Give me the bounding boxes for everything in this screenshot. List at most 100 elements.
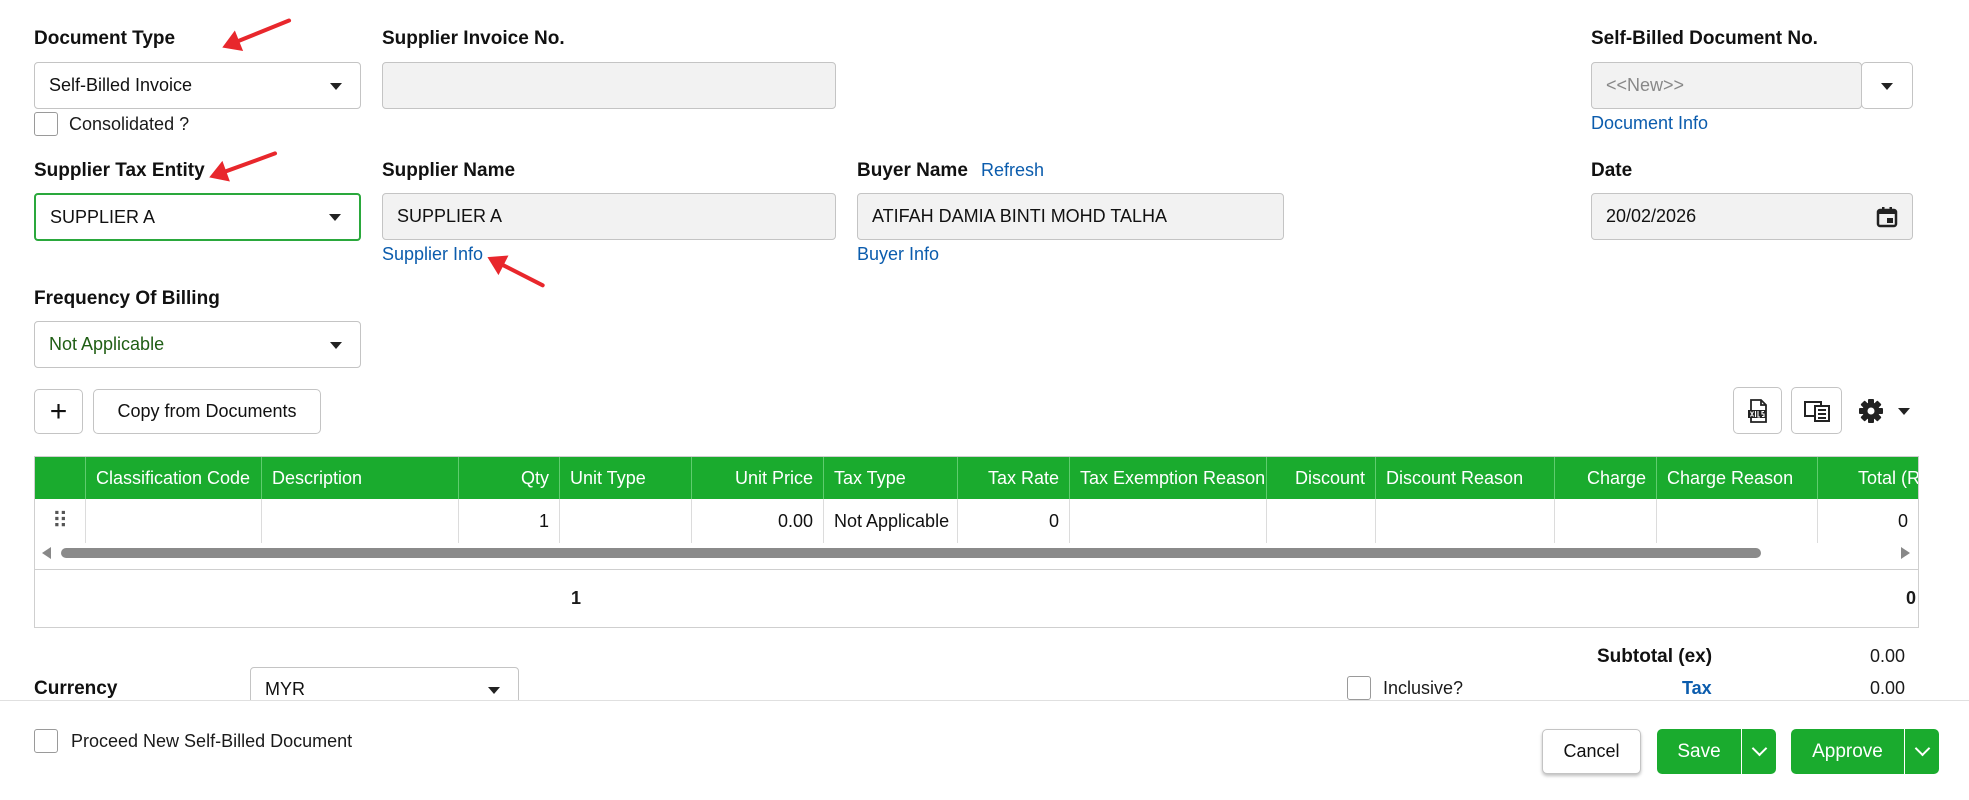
date-input[interactable]: 20/02/2026	[1591, 193, 1913, 240]
approve-options-button[interactable]	[1905, 729, 1939, 774]
subtotal-value: 0.00	[1869, 646, 1905, 666]
plus-icon: +	[49, 394, 68, 428]
cell-tax-rate[interactable]: 0	[958, 499, 1070, 543]
frequency-of-billing-select[interactable]: Not Applicable	[34, 321, 361, 368]
frequency-of-billing-label: Frequency Of Billing	[34, 288, 220, 309]
column-header[interactable]: Classification Code	[86, 457, 262, 499]
column-header[interactable]: Discount Reason	[1376, 457, 1555, 499]
supplier-tax-entity-select[interactable]: SUPPLIER A	[34, 193, 361, 241]
annotation-arrow-supplier-tax-entity	[212, 150, 278, 178]
scroll-right-icon[interactable]	[1901, 547, 1910, 559]
chevron-down-icon	[1751, 740, 1767, 757]
column-header[interactable]: Qty	[459, 457, 560, 499]
subtotal-label: Subtotal (ex)	[1597, 646, 1713, 667]
buyer-info-link[interactable]: Buyer Info	[857, 244, 939, 265]
buyer-name-label: Buyer Name	[857, 160, 968, 181]
supplier-name-value: SUPPLIER A	[397, 206, 503, 226]
column-header[interactable]: Discount	[1267, 457, 1376, 499]
cell-charge[interactable]	[1555, 499, 1657, 543]
column-header[interactable]: Charge Reason	[1657, 457, 1818, 499]
annotation-arrow-document-type	[225, 17, 292, 48]
document-type-value: Self-Billed Invoice	[49, 75, 193, 95]
date-label: Date	[1591, 160, 1633, 181]
cell-qty[interactable]: 1	[459, 499, 560, 543]
cell-unit-type[interactable]	[560, 499, 692, 543]
column-header[interactable]: Total (R	[1818, 457, 1918, 499]
consolidated-checkbox[interactable]	[34, 112, 58, 136]
supplier-name-label: Supplier Name	[382, 160, 516, 181]
column-header[interactable]: Unit Type	[560, 457, 692, 499]
excel-export-icon	[1747, 398, 1767, 423]
save-button[interactable]: Save	[1657, 729, 1741, 774]
buyer-name-value: ATIFAH DAMIA BINTI MOHD TALHA	[872, 206, 1168, 226]
qty-total: 1	[570, 588, 581, 608]
self-billed-doc-no-label: Self-Billed Document No.	[1591, 28, 1818, 49]
proceed-new-label: Proceed New Self-Billed Document	[71, 731, 353, 751]
supplier-info-link[interactable]: Supplier Info	[382, 244, 483, 265]
cell-total[interactable]: 0	[1818, 499, 1918, 543]
supplier-invoice-no-label: Supplier Invoice No.	[382, 28, 565, 49]
copy-from-documents-button[interactable]: Copy from Documents	[93, 389, 321, 434]
caret-down-icon	[1898, 408, 1910, 415]
horizontal-scrollbar[interactable]	[35, 543, 1918, 563]
cell-description[interactable]	[262, 499, 459, 543]
column-layout-button[interactable]	[1791, 387, 1842, 434]
supplier-tax-entity-label: Supplier Tax Entity	[34, 160, 205, 181]
copy-from-documents-label: Copy from Documents	[117, 401, 297, 421]
line-items-grid: Classification Code Description Qty Unit…	[34, 456, 1919, 628]
drag-handle-icon[interactable]: ⠿	[35, 499, 86, 543]
cell-discount[interactable]	[1267, 499, 1376, 543]
column-layout-icon	[1803, 400, 1830, 422]
currency-label: Currency	[34, 678, 118, 699]
grand-total: 0	[1905, 588, 1916, 608]
scroll-left-icon[interactable]	[42, 547, 51, 559]
grid-header-handle	[35, 457, 86, 499]
column-header[interactable]: Charge	[1555, 457, 1657, 499]
cell-tax-type[interactable]: Not Applicable	[824, 499, 958, 543]
tax-link[interactable]: Tax	[1682, 678, 1712, 699]
document-info-link[interactable]: Document Info	[1591, 113, 1708, 134]
column-header[interactable]: Unit Price	[692, 457, 824, 499]
self-billed-doc-no-dropdown-button[interactable]	[1861, 62, 1913, 109]
gear-icon	[1859, 399, 1883, 423]
add-row-button[interactable]: +	[34, 389, 83, 434]
supplier-invoice-no-input[interactable]	[382, 62, 836, 109]
document-type-label: Document Type	[34, 28, 176, 49]
frequency-of-billing-value: Not Applicable	[49, 334, 165, 354]
cell-classification-code[interactable]	[86, 499, 262, 543]
scrollbar-thumb[interactable]	[61, 548, 1761, 558]
supplier-name-input[interactable]: SUPPLIER A	[382, 193, 836, 240]
currency-value: MYR	[265, 679, 305, 699]
column-header[interactable]: Tax Type	[824, 457, 958, 499]
cell-tax-exemption-reason[interactable]	[1070, 499, 1267, 543]
supplier-tax-entity-value: SUPPLIER A	[50, 206, 156, 227]
buyer-refresh-link[interactable]: Refresh	[981, 160, 1044, 181]
action-footer: Proceed New Self-Billed Document Cancel …	[0, 700, 1969, 800]
inclusive-checkbox[interactable]	[1347, 676, 1371, 700]
buyer-name-input[interactable]: ATIFAH DAMIA BINTI MOHD TALHA	[857, 193, 1284, 240]
self-billed-doc-no-input[interactable]: <<New>>	[1591, 62, 1862, 109]
save-options-button[interactable]	[1742, 729, 1776, 774]
column-header[interactable]: Description	[262, 457, 459, 499]
settings-menu-button[interactable]	[1856, 396, 1910, 426]
annotation-arrow-supplier-info	[490, 257, 546, 289]
cell-discount-reason[interactable]	[1376, 499, 1555, 543]
approve-button[interactable]: Approve	[1791, 729, 1904, 774]
grid-footer: 1 0	[35, 569, 1918, 627]
cell-charge-reason[interactable]	[1657, 499, 1818, 543]
cell-unit-price[interactable]: 0.00	[692, 499, 824, 543]
inclusive-label: Inclusive?	[1383, 678, 1464, 698]
column-header[interactable]: Tax Exemption Reason	[1070, 457, 1267, 499]
date-value: 20/02/2026	[1606, 206, 1697, 226]
proceed-new-checkbox[interactable]	[34, 729, 58, 753]
caret-down-icon	[330, 82, 342, 90]
chevron-down-icon	[1914, 740, 1930, 757]
document-type-select[interactable]: Self-Billed Invoice	[34, 62, 361, 109]
cancel-button[interactable]: Cancel	[1542, 729, 1641, 774]
grid-header: Classification Code Description Qty Unit…	[35, 457, 1918, 499]
consolidated-label: Consolidated ?	[69, 114, 190, 134]
tax-value: 0.00	[1869, 678, 1905, 698]
excel-export-button[interactable]	[1733, 387, 1782, 434]
column-header[interactable]: Tax Rate	[958, 457, 1070, 499]
calendar-icon[interactable]	[1876, 206, 1898, 228]
